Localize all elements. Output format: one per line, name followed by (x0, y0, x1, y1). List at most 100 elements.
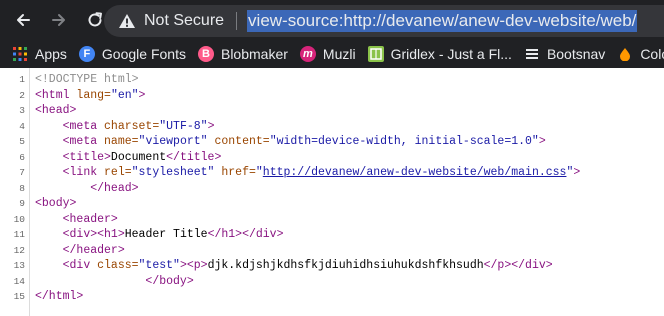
bookmark-muzli[interactable]: m Muzli (299, 46, 356, 62)
line-number: 10 (13, 213, 25, 225)
bookmark-label: Blobmaker (220, 46, 288, 62)
tag-token: <title> (62, 150, 111, 164)
source-line: 7 <link rel="stylesheet" href="http://de… (0, 165, 664, 181)
bookmark-label: Apps (35, 46, 67, 62)
bookmark-label: Bootsnav (546, 46, 606, 62)
tag-token: </p> (483, 259, 512, 272)
source-line: 8 </head> (0, 181, 664, 197)
attr-token: charset= (97, 119, 160, 133)
address-divider (236, 12, 238, 30)
bookmark-label: Gridlex - Just a Fl... (390, 46, 512, 62)
reload-icon (88, 12, 102, 27)
view-source-panel: 1 <!DOCTYPE html> 2 <html lang="en"> 3 <hea… (0, 68, 664, 316)
tag-token: <div> (62, 228, 98, 241)
bookmark-blobmaker[interactable]: B Blobmaker (197, 46, 288, 62)
line-number: 14 (13, 275, 25, 287)
url-text[interactable]: view-source:http://devanew/anew-dev-webs… (247, 10, 638, 32)
text-token: djk.kdjshjkdhsfkjdiuhidhsiuhukdshfkhsudh (207, 259, 484, 272)
line-number: 13 (13, 260, 25, 271)
line-number: 15 (13, 291, 25, 302)
source-line: 5 <meta name="viewport" content="width=d… (0, 134, 664, 150)
apps-grid-icon (12, 46, 28, 62)
text-token: Header Title (124, 228, 208, 241)
tag-token: </head> (90, 181, 139, 195)
tag-token: <link (62, 166, 98, 179)
tag-token: <h1> (97, 228, 125, 241)
bookmark-google-fonts[interactable]: F Google Fonts (78, 46, 186, 62)
google-fonts-icon: F (78, 46, 95, 62)
muzli-icon: m (299, 46, 316, 62)
tag-token: <div (62, 259, 91, 272)
address-bar[interactable]: Not Secure view-source:http://devanew/an… (104, 5, 664, 37)
source-line: 15 </html> (0, 289, 664, 305)
tag-token: </body> (145, 274, 194, 288)
tag-token: </div> (242, 228, 284, 241)
tag-token: > (179, 259, 187, 272)
bookmark-bootsnav[interactable]: Bootsnav (524, 46, 605, 62)
value-token: " (255, 166, 263, 179)
source-line: 4 <meta charset="UTF-8"> (0, 119, 664, 135)
tag-token: > (538, 135, 546, 148)
attr-token: lang= (69, 88, 111, 102)
tag-token: </header> (62, 243, 125, 257)
value-token: "en" (110, 88, 139, 102)
forward-button[interactable] (46, 7, 72, 33)
line-number: 8 (19, 182, 25, 194)
colors-icon (617, 46, 633, 62)
bookmark-apps[interactable]: Apps (12, 46, 67, 62)
source-line: 1 <!DOCTYPE html> (0, 72, 664, 88)
source-line: 14 </body> (0, 274, 664, 290)
value-token: "UTF-8" (159, 119, 208, 133)
line-number: 1 (19, 74, 25, 85)
source-line: 11 <div><h1>Header Title</h1></div> (0, 227, 664, 243)
browser-toolbar: Not Secure view-source:http://devanew/an… (0, 0, 664, 40)
back-button[interactable] (10, 7, 36, 33)
tag-token: > (573, 166, 581, 179)
bookmark-colors[interactable]: Colo (617, 46, 664, 62)
source-line: 10 <header> (0, 212, 664, 228)
tag-token: > (207, 119, 215, 133)
text-token: Document (110, 150, 167, 164)
gridlex-icon (367, 46, 384, 62)
line-number: 7 (19, 167, 25, 178)
tag-token: <head> (35, 104, 77, 117)
bookmark-gridlex[interactable]: Gridlex - Just a Fl... (367, 46, 512, 62)
attr-token: content= (207, 135, 270, 148)
line-number: 12 (13, 244, 25, 256)
blobmaker-icon: B (197, 46, 214, 62)
line-number: 6 (19, 151, 25, 163)
tag-token: <html (35, 88, 70, 102)
gutter-divider (29, 68, 30, 316)
value-token: "stylesheet" (131, 166, 215, 179)
not-secure-warning-icon[interactable] (118, 12, 136, 30)
source-line: 9 <body> (0, 196, 664, 212)
tag-token: </title> (166, 150, 222, 164)
line-number: 11 (13, 229, 25, 240)
attr-token: href= (214, 166, 256, 179)
tag-token: <header> (62, 212, 118, 226)
tag-token: <body> (35, 197, 77, 210)
tag-token: </h1> (207, 228, 243, 241)
line-number: 3 (19, 105, 25, 116)
source-line: 13 <div class="test"><p>djk.kdjshjkdhsfk… (0, 258, 664, 274)
tag-token: </html> (35, 290, 84, 303)
bookmark-label: Muzli (322, 46, 356, 62)
value-token: "test" (138, 259, 180, 272)
value-token: "viewport" (138, 135, 208, 148)
stylesheet-link[interactable]: http://devanew/anew-dev-website/web/main… (263, 166, 567, 179)
value-token: "width=device-width, initial-scale=1.0" (269, 135, 539, 148)
bookmark-label: Google Fonts (101, 46, 186, 62)
line-number: 9 (19, 198, 25, 209)
tag-token: <meta (62, 119, 98, 133)
source-line: 2 <html lang="en"> (0, 88, 664, 104)
bookmarks-bar: Apps F Google Fonts B Blobmaker m Muzli … (0, 40, 664, 68)
attr-token: rel= (97, 166, 132, 179)
bootsnav-icon (524, 46, 540, 62)
tag-token: <meta (62, 135, 98, 148)
bookmark-label: Colo (640, 46, 664, 62)
forward-arrow-icon (52, 14, 65, 26)
attr-token: class= (90, 259, 139, 272)
attr-token: name= (97, 135, 139, 148)
security-status-label[interactable]: Not Secure (144, 12, 224, 30)
back-arrow-icon (17, 14, 30, 26)
